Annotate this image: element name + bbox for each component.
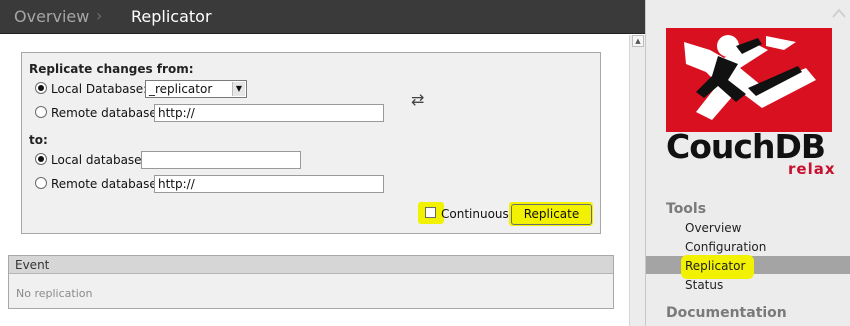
sidebar: CouchDB relax Tools Overview Configurati… bbox=[645, 0, 850, 326]
top-header: Overview › Replicator bbox=[0, 0, 645, 34]
replicate-button[interactable]: Replicate bbox=[511, 204, 592, 225]
to-local-input[interactable] bbox=[141, 151, 301, 169]
sidebar-item-overview[interactable]: Overview bbox=[685, 220, 742, 236]
breadcrumb-separator-icon: › bbox=[96, 6, 103, 25]
from-local-radio[interactable] bbox=[35, 82, 47, 94]
documentation-heading[interactable]: Documentation bbox=[666, 305, 787, 321]
event-table: Event No replication bbox=[8, 255, 614, 309]
from-local-label: Local Database: bbox=[51, 82, 148, 96]
sidebar-item-replicator[interactable]: Replicator bbox=[685, 258, 745, 274]
scroll-up-icon[interactable]: ▲ bbox=[632, 35, 644, 47]
chevron-up-icon[interactable] bbox=[832, 8, 846, 18]
from-label: Replicate changes from: bbox=[29, 62, 194, 76]
to-label: to: bbox=[29, 133, 48, 147]
from-remote-input[interactable]: http:// bbox=[154, 104, 384, 122]
from-local-select-value: _replicator bbox=[149, 82, 213, 96]
sidebar-item-configuration[interactable]: Configuration bbox=[685, 239, 766, 255]
from-remote-label: Remote database: bbox=[51, 106, 161, 120]
to-remote-input[interactable]: http:// bbox=[154, 175, 384, 193]
to-remote-radio[interactable] bbox=[35, 177, 47, 189]
to-local-label: Local database: bbox=[51, 153, 146, 167]
from-local-select[interactable]: _replicator ▼ bbox=[145, 80, 247, 98]
main-content: Replicate changes from: Local Database: … bbox=[0, 35, 645, 326]
couchdb-logo-icon bbox=[666, 28, 832, 132]
continuous-label: Continuous bbox=[441, 207, 509, 221]
couchdb-logo[interactable]: CouchDB relax bbox=[666, 28, 835, 186]
main-scrollbar[interactable]: ▲ bbox=[629, 35, 645, 326]
event-column-header: Event bbox=[9, 256, 613, 274]
logo-tagline: relax bbox=[788, 160, 836, 178]
continuous-checkbox[interactable] bbox=[425, 207, 436, 218]
tools-heading: Tools bbox=[666, 201, 707, 217]
swap-arrows-icon[interactable]: ⇄ bbox=[411, 91, 424, 109]
replication-form: Replicate changes from: Local Database: … bbox=[21, 52, 601, 234]
to-remote-label: Remote database: bbox=[51, 177, 161, 191]
event-empty-message: No replication bbox=[16, 287, 93, 300]
chevron-down-icon: ▼ bbox=[232, 82, 245, 96]
to-local-radio[interactable] bbox=[35, 153, 47, 165]
sidebar-item-status[interactable]: Status bbox=[685, 277, 723, 293]
from-remote-radio[interactable] bbox=[35, 106, 47, 118]
page-title: Replicator bbox=[131, 7, 212, 26]
breadcrumb-overview[interactable]: Overview bbox=[14, 7, 89, 27]
